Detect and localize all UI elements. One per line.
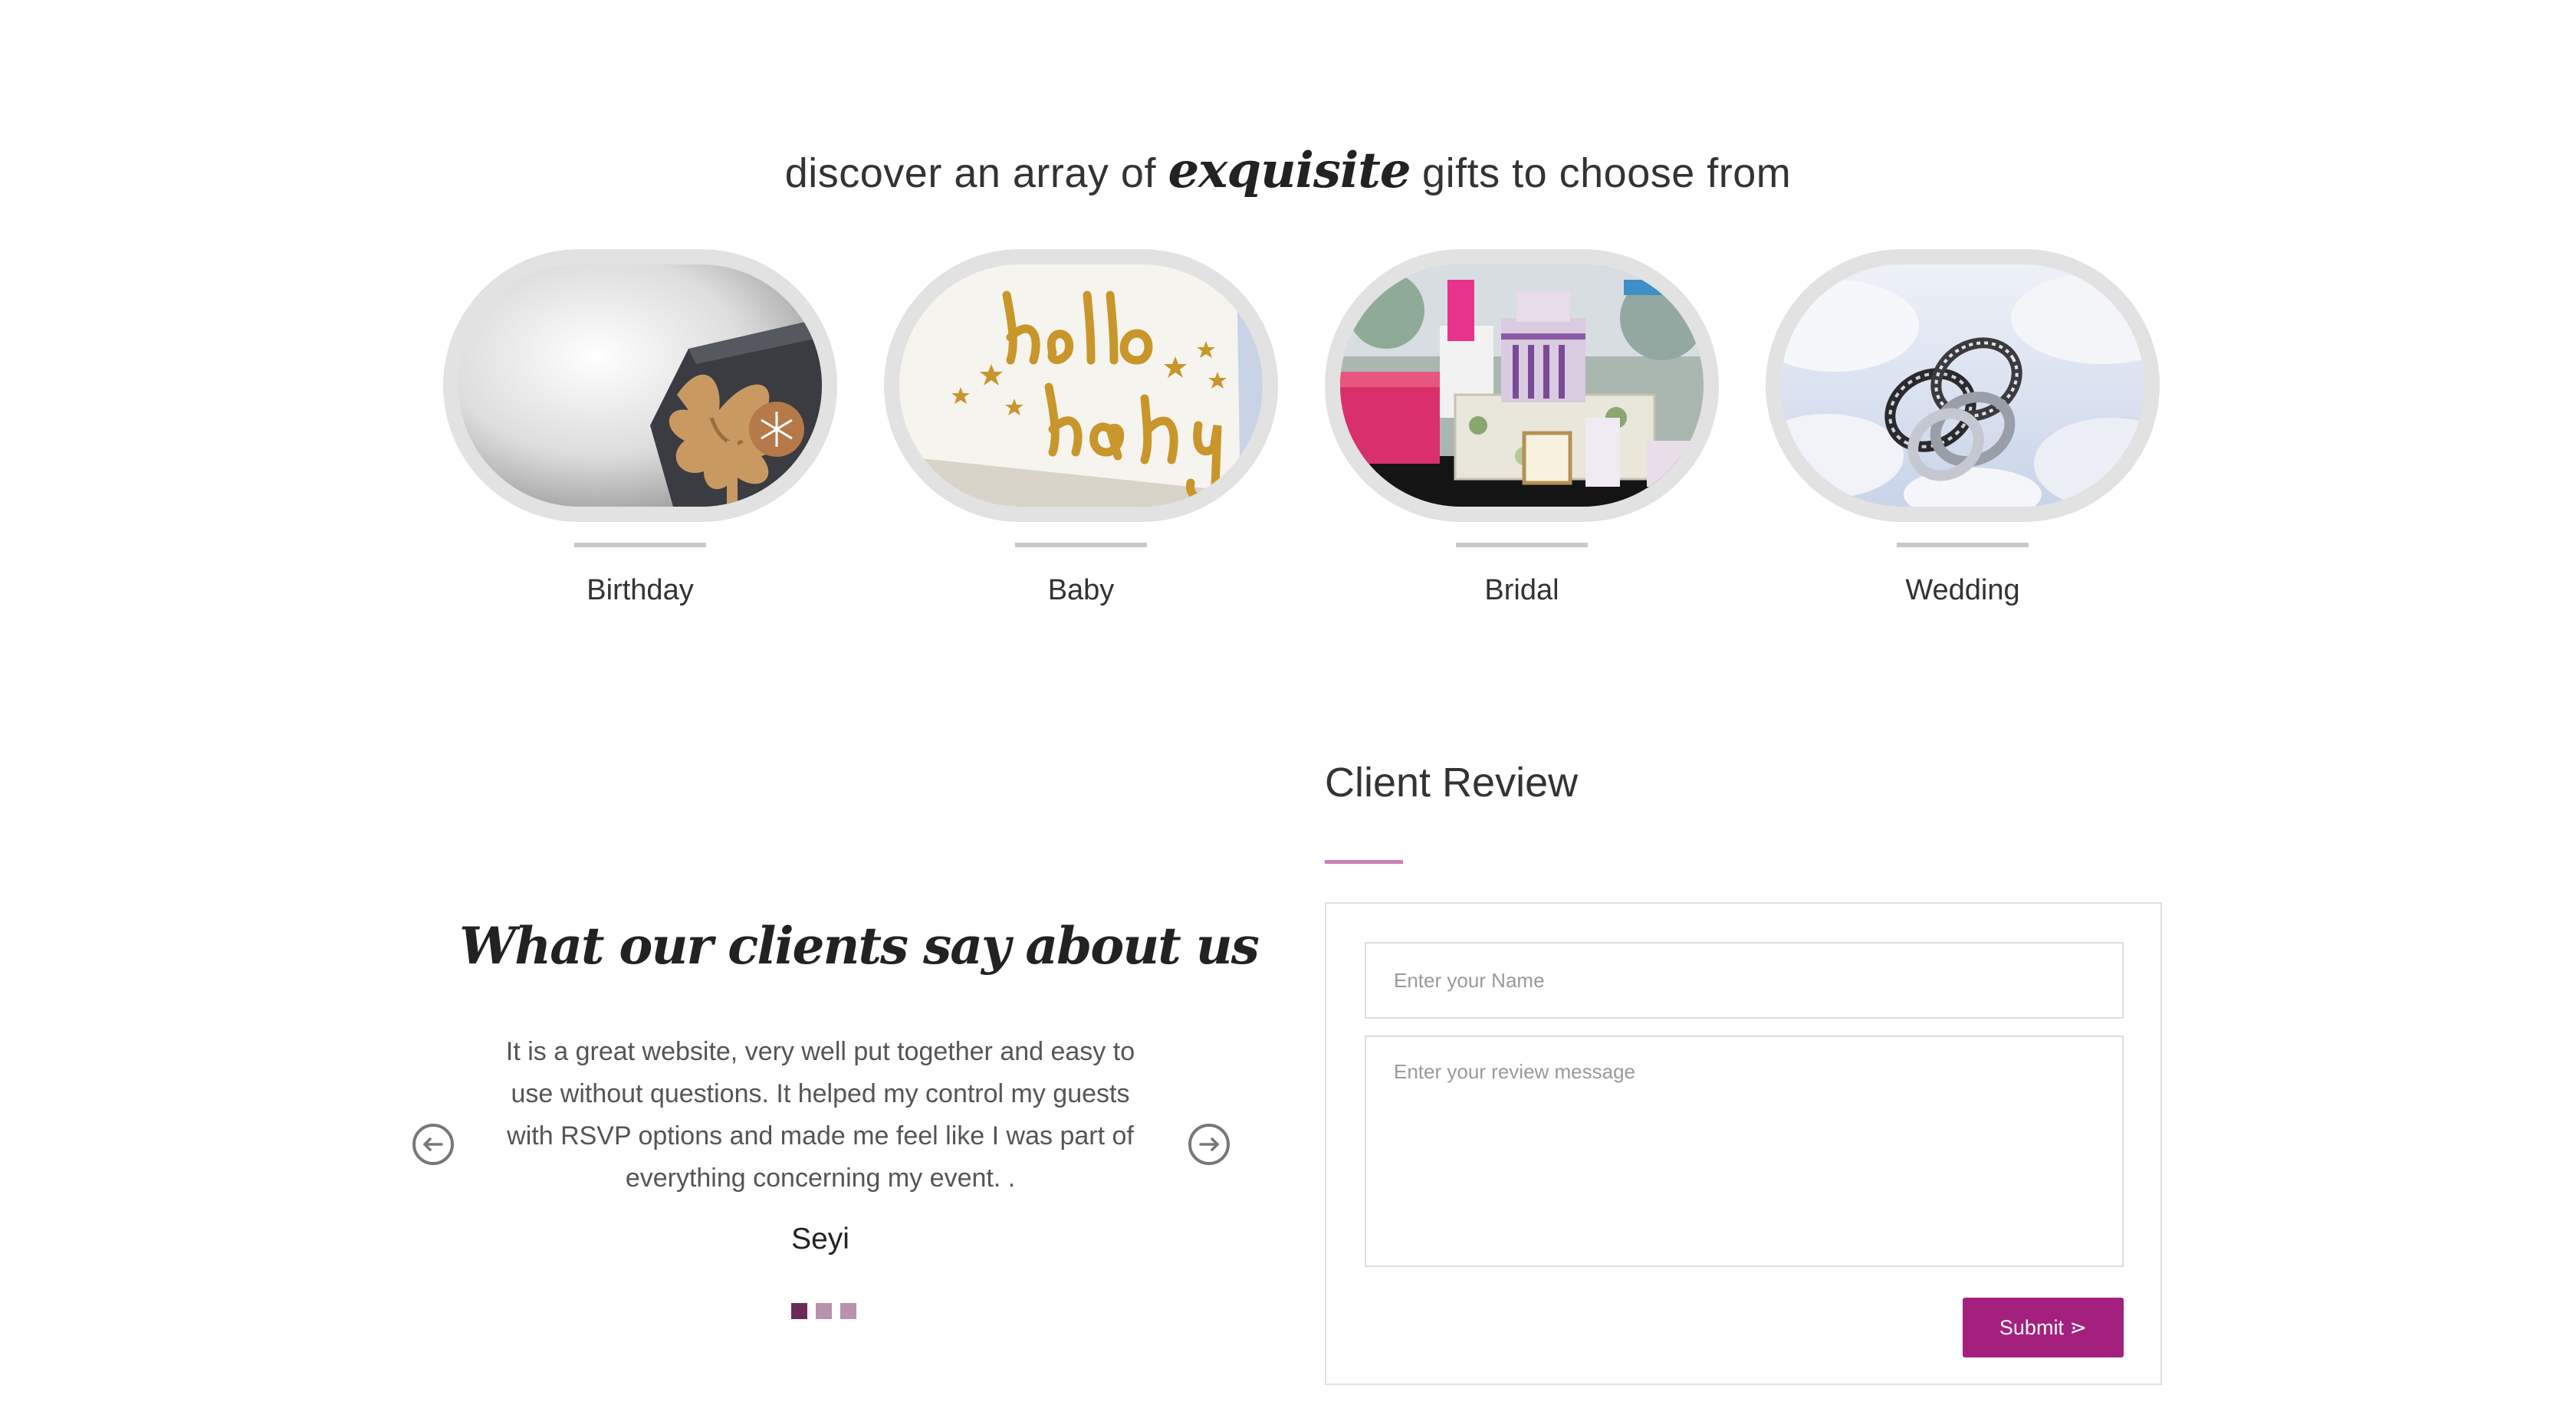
baby-gift-image (899, 264, 1263, 507)
category-frame (1766, 249, 2160, 522)
category-card-bridal[interactable]: Bridal (1325, 249, 1719, 617)
category-divider (574, 543, 706, 547)
category-card-baby[interactable]: Baby (884, 249, 1278, 617)
category-label: Birthday (586, 574, 694, 606)
category-label: Wedding (1905, 574, 2020, 606)
gifts-heading-prefix: discover an array of (784, 150, 1168, 196)
category-frame (1325, 249, 1719, 522)
wedding-rings-image (1781, 264, 2144, 507)
category-card-birthday[interactable]: Birthday (443, 249, 837, 617)
testimonial-heading: What our clients say about us (459, 916, 1260, 976)
category-frame (884, 249, 1278, 522)
gifts-heading: discover an array of exquisite gifts to … (0, 142, 2576, 199)
gifts-heading-accent: exquisite (1168, 142, 1411, 199)
category-divider (1897, 543, 2029, 547)
category-divider (1015, 543, 1147, 547)
category-divider (1456, 543, 1588, 547)
review-form: Submit ⋗ (1325, 902, 2162, 1385)
category-frame (443, 249, 837, 522)
category-label: Bridal (1484, 574, 1559, 606)
submit-button[interactable]: Submit ⋗ (1963, 1298, 2124, 1357)
bridal-gift-image (1340, 264, 1704, 507)
arrow-right-icon (1199, 1137, 1219, 1151)
carousel-dot[interactable] (816, 1303, 832, 1319)
testimonial-author: Seyi (791, 1223, 849, 1256)
testimonial-next-button[interactable] (1188, 1124, 1230, 1165)
category-label: Baby (1047, 574, 1115, 606)
name-input[interactable] (1365, 942, 2124, 1019)
testimonial-text: It is a great website, very well put tog… (505, 1037, 1135, 1193)
category-card-wedding[interactable]: Wedding (1766, 249, 2160, 617)
testimonial-prev-button[interactable] (412, 1124, 454, 1165)
carousel-dot[interactable] (791, 1303, 807, 1319)
review-title: Client Review (1325, 760, 1579, 806)
gifts-heading-suffix: gifts to choose from (1410, 150, 1792, 196)
arrow-left-icon (423, 1137, 443, 1151)
carousel-dot[interactable] (840, 1303, 856, 1319)
page: discover an array of exquisite gifts to … (0, 0, 2576, 1418)
review-message-input[interactable] (1365, 1036, 2124, 1267)
birthday-gift-image (458, 264, 822, 507)
review-title-underline (1325, 860, 1403, 864)
